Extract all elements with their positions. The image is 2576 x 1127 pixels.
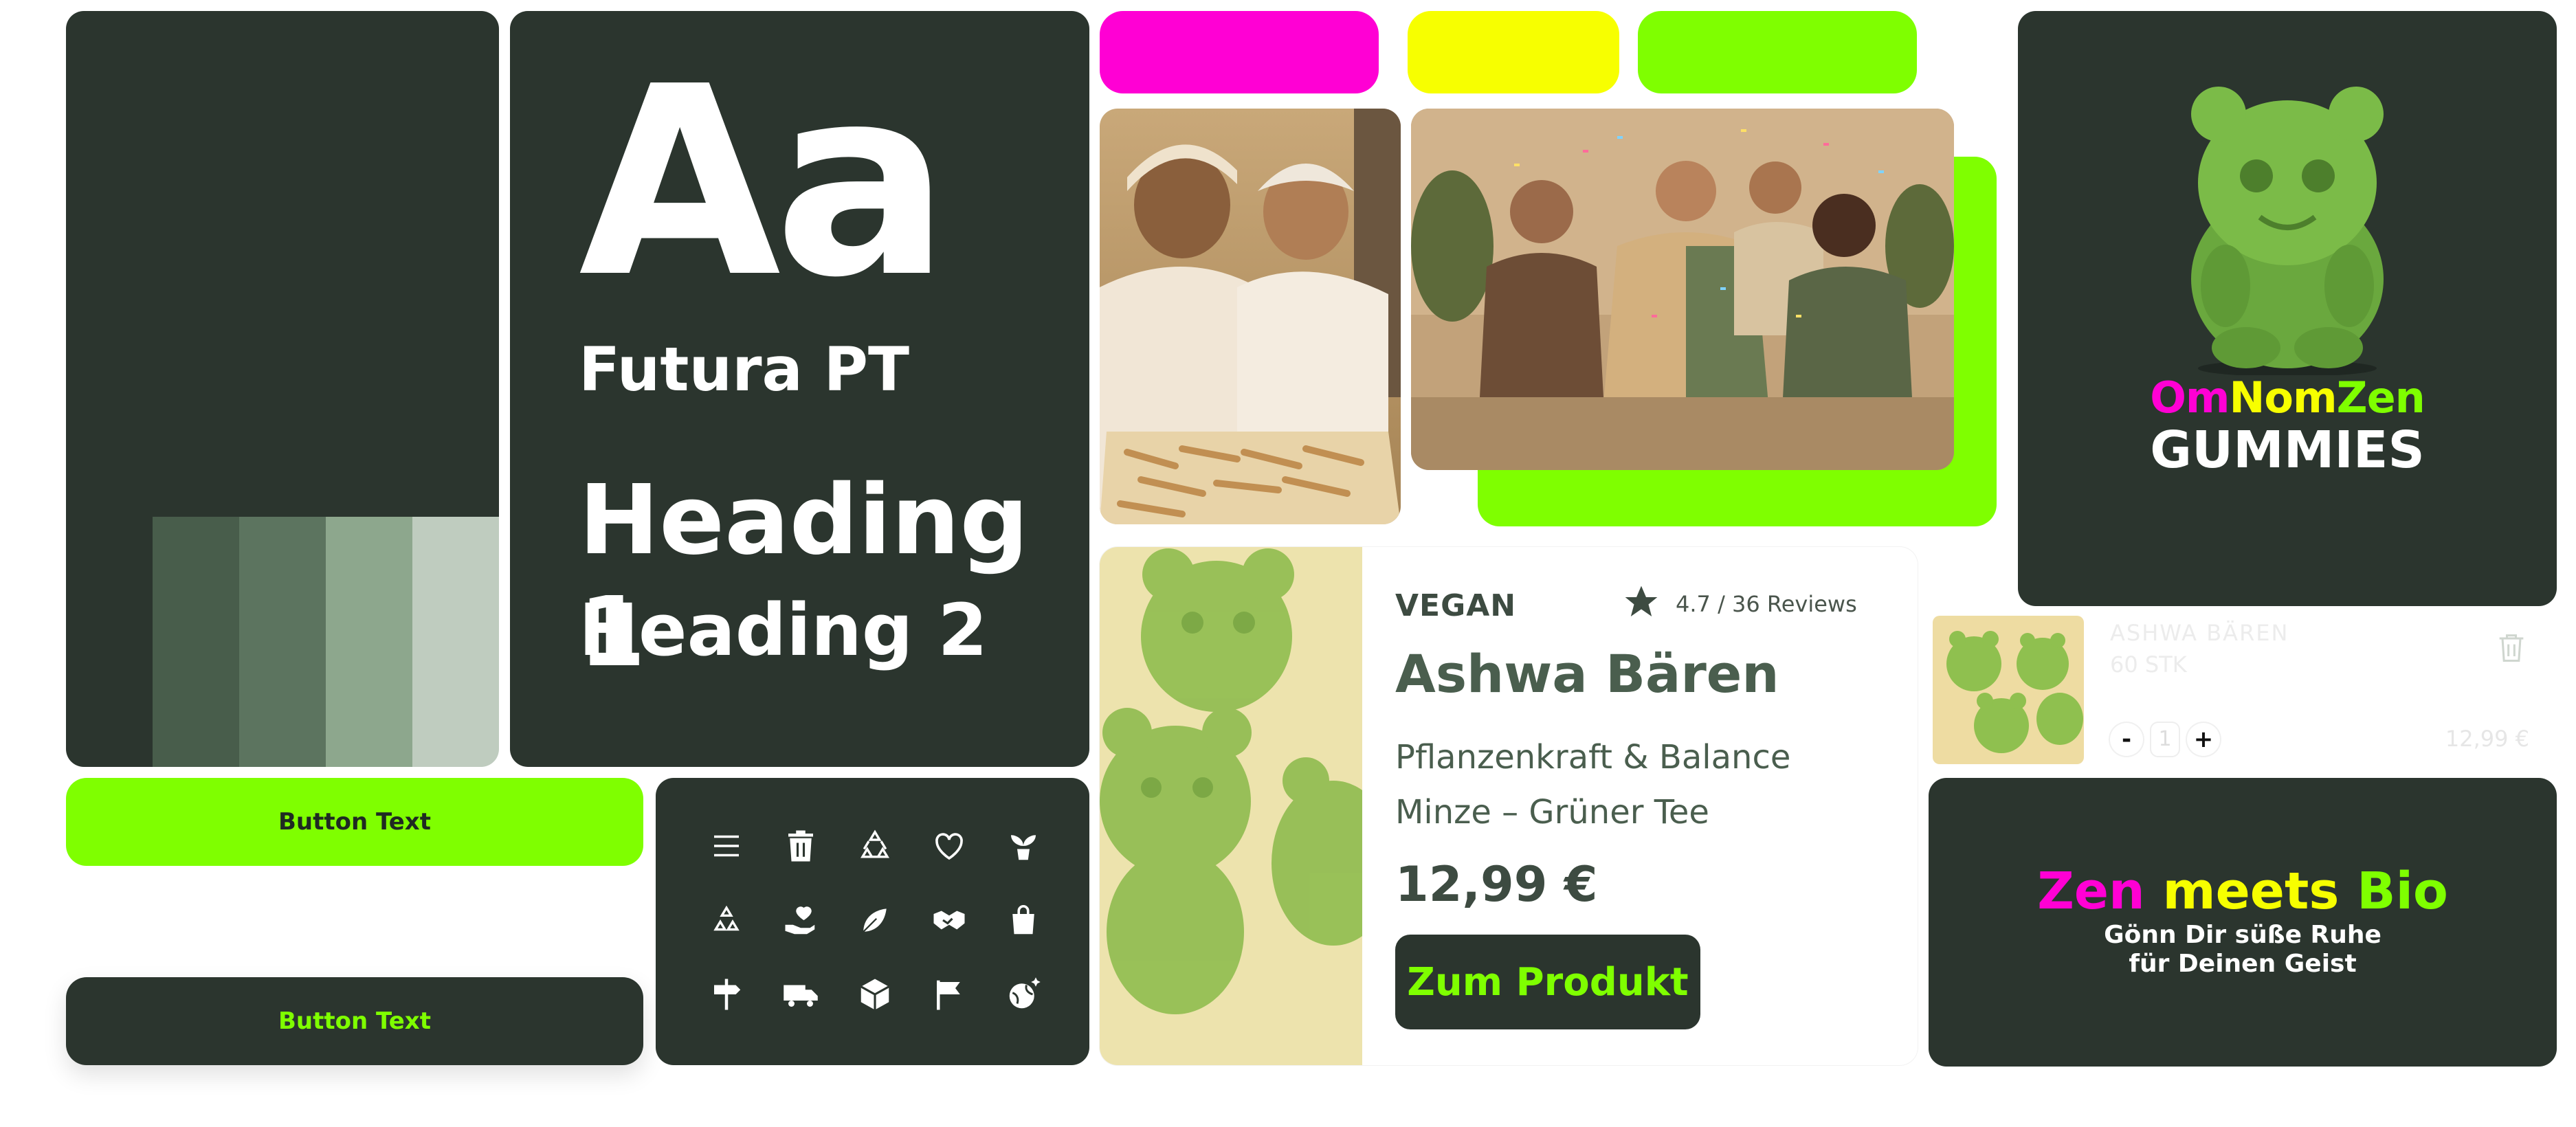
flag-icon bbox=[931, 976, 968, 1013]
swatch-4 bbox=[326, 517, 412, 767]
star-icon bbox=[1622, 583, 1661, 621]
zen-word-2: meets bbox=[2162, 862, 2340, 921]
shopping-bag-icon bbox=[1005, 902, 1042, 939]
product-description-line-1: Pflanzenkraft & Balance bbox=[1395, 738, 1791, 777]
product-price: 12,99 € bbox=[1395, 856, 1598, 913]
product-description-line-2: Minze – Grüner Tee bbox=[1395, 793, 1709, 832]
secondary-button[interactable]: Button Text bbox=[66, 977, 643, 1065]
palette-swatches bbox=[66, 517, 499, 767]
heart-icon bbox=[931, 827, 968, 864]
heading-2-sample: Heading 2 bbox=[579, 588, 988, 672]
signpost-icon bbox=[708, 976, 745, 1013]
primary-button[interactable]: Button Text bbox=[66, 778, 643, 866]
cart-item-price: 12,99 € bbox=[2445, 726, 2529, 752]
leaf-icon bbox=[856, 902, 893, 939]
brand-om: Om bbox=[2150, 372, 2230, 423]
accent-color-magenta bbox=[1100, 11, 1379, 93]
cart-item-thumbnail bbox=[1933, 616, 2084, 764]
brand-nom: Nom bbox=[2229, 372, 2338, 423]
product-name: Ashwa Bären bbox=[1395, 643, 1779, 704]
trash-icon bbox=[782, 827, 819, 864]
hand-heart-icon bbox=[782, 902, 819, 939]
increase-quantity-button[interactable]: + bbox=[2187, 723, 2220, 756]
zen-word-1: Zen bbox=[2037, 862, 2145, 921]
product-card[interactable]: VEGAN 4.7 / 36 Reviews Ashwa Bären Pflan… bbox=[1100, 547, 1918, 1065]
zen-tagline-line-2: für Deinen Geist bbox=[2129, 950, 2357, 978]
icon-set-card bbox=[656, 778, 1089, 1065]
zen-promo-card: Zen meets Bio Gönn Dir süße Ruhe für Dei… bbox=[1929, 778, 2557, 1067]
type-sample: Aa bbox=[579, 30, 951, 335]
recycle-icon bbox=[856, 827, 893, 864]
quantity-value[interactable]: 1 bbox=[2151, 723, 2179, 756]
product-rating[interactable]: 4.7 / 36 Reviews bbox=[1676, 591, 1857, 617]
box-icon bbox=[856, 976, 893, 1013]
font-name: Futura PT bbox=[579, 334, 910, 405]
menu-icon bbox=[708, 827, 745, 864]
color-palette-card bbox=[66, 11, 499, 767]
cart-line-item: ASHWA BÄREN 60 STK - 1 + 12,99 € bbox=[1930, 616, 2557, 767]
to-product-button[interactable]: Zum Produkt bbox=[1395, 935, 1700, 1029]
zen-word-3: Bio bbox=[2357, 862, 2448, 921]
truck-icon bbox=[782, 976, 819, 1013]
handshake-icon bbox=[931, 902, 968, 939]
accent-color-yellow bbox=[1408, 11, 1619, 93]
product-tag: VEGAN bbox=[1395, 588, 1517, 623]
zen-tagline-line-1: Gönn Dir süße Ruhe bbox=[2104, 921, 2381, 949]
typography-card: Aa Futura PT Heading 1 Heading 2 bbox=[510, 11, 1089, 767]
brand-wordmark: OmNomZen bbox=[2018, 372, 2557, 423]
swatch-2 bbox=[153, 517, 239, 767]
cart-item-name: ASHWA BÄREN bbox=[2110, 620, 2289, 646]
brand-logo-card: OmNomZen GUMMIES bbox=[2018, 11, 2557, 606]
globe-sparkle-icon bbox=[1005, 976, 1042, 1013]
brand-product-line: GUMMIES bbox=[2150, 421, 2425, 480]
remove-item-trash-icon[interactable] bbox=[2494, 629, 2529, 665]
swatch-1 bbox=[66, 517, 153, 767]
photo-friends-celebrating bbox=[1411, 109, 1954, 470]
zen-headline: Zen meets Bio bbox=[1929, 862, 2557, 921]
primary-color-swatch bbox=[66, 11, 499, 517]
decrease-quantity-button[interactable]: - bbox=[2110, 723, 2143, 756]
gummy-bear-illustration bbox=[2170, 73, 2404, 377]
recycle-alt-icon bbox=[708, 902, 745, 939]
brand-zen: Zen bbox=[2336, 372, 2425, 423]
accent-color-lime bbox=[1638, 11, 1917, 93]
product-image bbox=[1100, 547, 1395, 1065]
cart-item-quantity-label: 60 STK bbox=[2110, 651, 2187, 678]
swatch-3 bbox=[239, 517, 326, 767]
sprout-icon bbox=[1005, 827, 1042, 864]
photo-workers bbox=[1100, 109, 1401, 524]
swatch-5 bbox=[412, 517, 499, 767]
